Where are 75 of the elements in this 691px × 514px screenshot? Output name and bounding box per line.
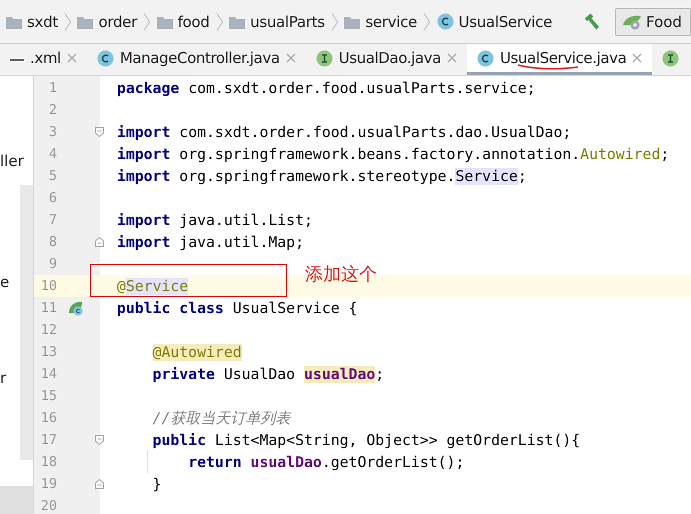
code-line: import org.springframework.beans.factory.annotation.Autowired; bbox=[116, 146, 670, 162]
folder-icon bbox=[77, 14, 94, 28]
code-line: public List<Map<String, Object>> getOrderList(){ bbox=[152, 432, 580, 448]
line-number: 17 bbox=[40, 432, 57, 448]
folder-icon bbox=[6, 14, 22, 28]
code-line: public class UsualService { bbox=[116, 300, 358, 316]
breadcrumb-item[interactable]: service bbox=[365, 12, 417, 30]
line-number: 10 bbox=[40, 278, 57, 294]
line-number: 4 bbox=[48, 146, 57, 162]
breadcrumb-item[interactable]: food bbox=[178, 12, 210, 30]
folder-icon bbox=[229, 14, 246, 28]
chevron-icon bbox=[142, 12, 151, 32]
close-icon[interactable] bbox=[446, 53, 457, 63]
fold-icon[interactable] bbox=[94, 237, 104, 247]
code-line: package com.sxdt.order.food.usualParts.service; bbox=[116, 80, 536, 96]
breadcrumb-item[interactable]: sxdt bbox=[27, 12, 58, 30]
chevron-icon bbox=[330, 12, 338, 32]
fold-icon[interactable] bbox=[94, 479, 104, 489]
class-icon bbox=[96, 50, 114, 66]
editor-tab[interactable]: UsualDao.java bbox=[306, 44, 467, 75]
chevron-icon bbox=[64, 12, 72, 32]
line-number: 18 bbox=[40, 454, 57, 470]
fold-icon[interactable] bbox=[94, 127, 104, 137]
line-number: 1 bbox=[48, 80, 57, 96]
class-icon bbox=[476, 50, 494, 66]
line-number: 5 bbox=[48, 168, 57, 184]
code-line: import org.springframework.stereotype.Service; bbox=[116, 168, 527, 184]
interface-icon bbox=[316, 50, 333, 66]
line-number: 12 bbox=[40, 322, 57, 338]
chevron-icon bbox=[216, 12, 224, 32]
close-icon[interactable] bbox=[286, 53, 296, 63]
gear-icon bbox=[622, 12, 642, 30]
code-line: import java.util.Map; bbox=[116, 234, 304, 250]
line-number: 20 bbox=[40, 498, 57, 514]
line-number: 13 bbox=[40, 344, 57, 360]
code-line: import java.util.List; bbox=[116, 212, 313, 228]
code-line: @Service bbox=[116, 278, 188, 294]
breadcrumb-item[interactable]: order bbox=[98, 12, 137, 30]
code-line: import com.sxdt.order.food.usualParts.dao.UsualDao; bbox=[116, 124, 572, 140]
chevron-icon bbox=[422, 12, 431, 32]
folder-icon bbox=[156, 14, 173, 28]
folder-icon bbox=[344, 14, 360, 28]
breadcrumb-item[interactable]: usualParts bbox=[250, 12, 325, 30]
code-line: //获取当天订单列表 bbox=[152, 410, 290, 426]
line-number: 14 bbox=[40, 366, 57, 382]
line-number: 19 bbox=[40, 476, 57, 492]
interface-icon bbox=[662, 50, 680, 66]
close-icon[interactable] bbox=[632, 53, 642, 63]
minimize-icon[interactable] bbox=[10, 58, 24, 62]
hammer-icon[interactable] bbox=[582, 12, 601, 32]
run-config-button[interactable]: Food bbox=[614, 8, 691, 36]
tree-item[interactable]: ller bbox=[0, 152, 24, 170]
line-number: 11 bbox=[40, 300, 57, 316]
editor-tab[interactable]: .xml bbox=[30, 44, 87, 75]
line-number: 8 bbox=[48, 234, 57, 250]
close-icon[interactable] bbox=[66, 53, 77, 63]
line-number: 9 bbox=[48, 256, 57, 272]
line-number: 16 bbox=[40, 410, 57, 426]
callout-note: 添加这个 bbox=[305, 263, 377, 286]
line-number: 7 bbox=[48, 212, 57, 228]
line-number: 3 bbox=[48, 124, 57, 140]
code-line: return usualDao.getOrderList(); bbox=[188, 454, 464, 470]
fold-icon[interactable] bbox=[94, 435, 104, 445]
bean-icon[interactable] bbox=[67, 300, 84, 316]
line-number: 15 bbox=[40, 388, 57, 404]
code-line: } bbox=[152, 476, 162, 492]
line-number: 6 bbox=[48, 190, 57, 206]
breadcrumb-item[interactable]: UsualService bbox=[458, 12, 552, 30]
line-number: 2 bbox=[48, 102, 57, 118]
code-line: private UsualDao usualDao; bbox=[152, 366, 384, 382]
editor-tab[interactable]: UsualService.java bbox=[466, 44, 652, 75]
tree-item[interactable]: e bbox=[0, 273, 10, 291]
tree-item[interactable]: r bbox=[0, 369, 6, 387]
class-icon bbox=[436, 13, 454, 30]
editor-tab[interactable]: ManageController.java bbox=[86, 44, 306, 75]
